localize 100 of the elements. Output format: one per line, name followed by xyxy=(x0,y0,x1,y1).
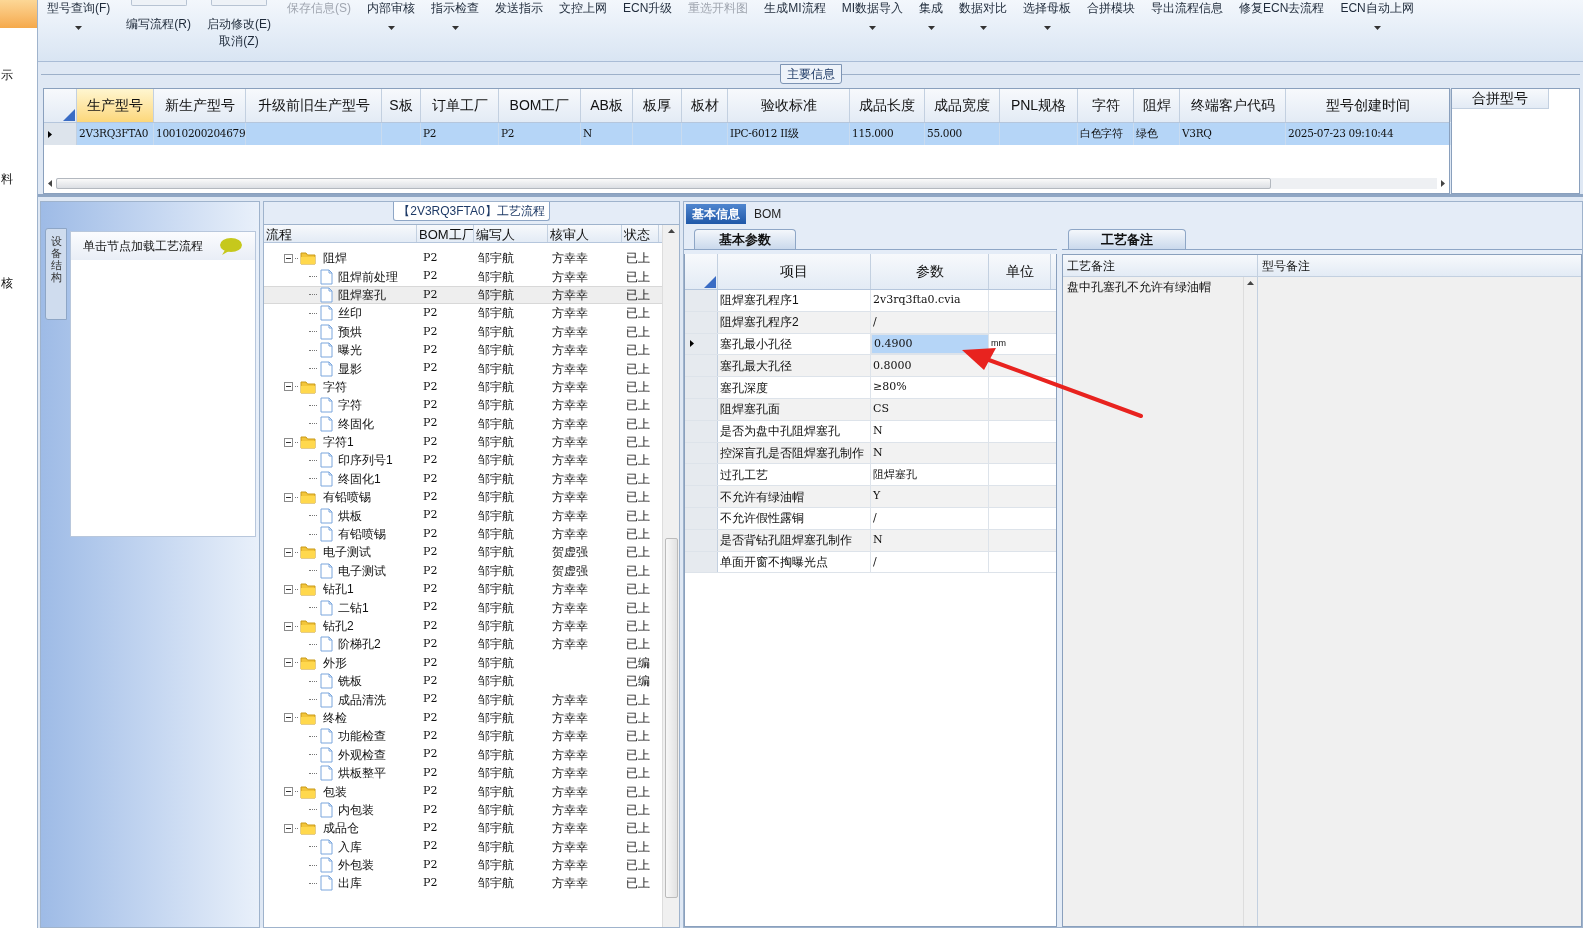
column-header[interactable]: 订单工厂 xyxy=(421,89,499,122)
table-cell[interactable]: / xyxy=(871,507,989,529)
sidebar-item[interactable]: 核 xyxy=(0,274,37,292)
param-row[interactable]: 塞孔最大孔径 0.8000 xyxy=(685,355,1056,378)
toolbar-button[interactable]: 发送指示 xyxy=(490,0,548,60)
flow-row[interactable]: 显影 P2 邹宇航 方幸幸 已上 xyxy=(264,359,662,378)
toolbar-button[interactable]: 选择母板 xyxy=(1018,0,1077,60)
toolbar-button[interactable]: 导出流程信息 xyxy=(1146,0,1229,60)
horizontal-scrollbar[interactable] xyxy=(48,176,1445,190)
toolbar-button[interactable]: 指示检查 xyxy=(426,0,484,60)
flow-row[interactable]: 有铅喷锡 P2 邹宇航 方幸幸 已上 xyxy=(264,488,662,507)
column-header[interactable]: 成品长度 xyxy=(850,89,925,122)
flow-row[interactable]: 二钻1 P2 邹宇航 方幸幸 已上 xyxy=(264,598,662,617)
flow-row[interactable]: 丝印 P2 邹宇航 方幸幸 已上 xyxy=(264,304,662,323)
toolbar-button[interactable]: 数据对比 xyxy=(954,0,1013,60)
flow-row[interactable]: 功能检查 P2 邹宇航 方幸幸 已上 xyxy=(264,727,662,746)
toolbar-button[interactable]: 型号查询(F) xyxy=(42,0,116,60)
flow-row[interactable]: 铣板 P2 邹宇航 已编 xyxy=(264,672,662,691)
flow-row[interactable]: 印序列号1 P2 邹宇航 方幸幸 已上 xyxy=(264,451,662,470)
vertical-tab[interactable]: 设备结构 xyxy=(45,228,67,320)
param-row[interactable]: 阻焊塞孔程序1 2v3rq3fta0.cvia xyxy=(685,290,1056,312)
collapse-toggle-icon[interactable] xyxy=(284,713,293,723)
collapse-toggle-icon[interactable] xyxy=(284,658,293,668)
table-cell[interactable]: N xyxy=(871,420,989,442)
column-header[interactable]: 成品宽度 xyxy=(925,89,1000,122)
table-cell[interactable]: / xyxy=(871,551,989,573)
flow-row[interactable]: 阻焊前处理 P2 邹宇航 方幸幸 已上 xyxy=(264,267,662,286)
scroll-up-icon[interactable] xyxy=(1247,281,1254,285)
toolbar-button[interactable]: 合拼模块 xyxy=(1082,0,1141,60)
table-cell[interactable]: ≥80% xyxy=(871,377,989,398)
flow-row[interactable]: 外包装 P2 邹宇航 方幸幸 已上 xyxy=(264,855,662,875)
toolbar-button[interactable]: ECN升级 xyxy=(618,0,678,60)
collapse-toggle-icon[interactable] xyxy=(284,437,293,447)
flow-row[interactable]: 电子测试 P2 邹宇航 贺虚强 已上 xyxy=(264,543,662,562)
column-header[interactable]: 合拼型号 xyxy=(1452,89,1549,109)
column-header[interactable]: BOM工厂 xyxy=(499,89,581,122)
table-cell[interactable]: Y xyxy=(871,486,989,507)
table-cell[interactable]: 2v3rq3fta0.cvia xyxy=(871,290,989,311)
column-header[interactable]: 项目 xyxy=(718,254,871,289)
select-all-corner-icon[interactable] xyxy=(63,109,75,121)
column-header[interactable]: 升级前旧生产型号 xyxy=(246,89,382,122)
flow-row[interactable]: 字符1 P2 邹宇航 方幸幸 已上 xyxy=(264,432,662,452)
scroll-right-icon[interactable] xyxy=(1441,179,1445,187)
flow-row[interactable]: 外观检查 P2 邹宇航 方幸幸 已上 xyxy=(264,745,662,764)
table-cell[interactable]: CS xyxy=(871,399,989,420)
column-header[interactable]: 新生产型号 xyxy=(154,89,246,122)
param-row[interactable]: 不允许有绿油帽 Y xyxy=(685,486,1056,508)
tab[interactable]: 基本信息 xyxy=(686,204,746,224)
flow-row[interactable]: 成品清洗 P2 邹宇航 方幸幸 已上 xyxy=(264,690,662,709)
column-header[interactable]: 字符 xyxy=(1078,89,1134,122)
toolbar-button[interactable]: 文控上网 xyxy=(554,0,612,60)
flow-row[interactable]: 内包装 P2 邹宇航 方幸幸 已上 xyxy=(264,800,662,820)
param-row[interactable]: 是否背钻孔阻焊塞孔制作 N xyxy=(685,529,1056,552)
table-cell[interactable]: / xyxy=(871,311,989,333)
param-row[interactable]: 单面开窗不掏曝光点 / xyxy=(685,551,1056,574)
collapse-toggle-icon[interactable] xyxy=(284,787,293,796)
column-header[interactable]: S板 xyxy=(382,89,421,122)
column-header[interactable]: 板材 xyxy=(682,89,728,122)
column-header[interactable]: 板厚 xyxy=(633,89,682,122)
flow-row[interactable]: 入库 P2 邹宇航 方幸幸 已上 xyxy=(264,837,662,856)
collapse-toggle-icon[interactable] xyxy=(284,547,293,557)
column-header[interactable]: 生产型号 xyxy=(77,89,154,122)
flow-row[interactable]: 外形 P2 邹宇航 已编 xyxy=(264,653,662,672)
column-header[interactable]: AB板 xyxy=(581,89,633,122)
flow-row[interactable]: 曝光 P2 邹宇航 方幸幸 已上 xyxy=(264,340,662,360)
vertical-scrollbar[interactable] xyxy=(662,225,679,927)
flow-row[interactable]: 烘板 P2 邹宇航 方幸幸 已上 xyxy=(264,506,662,525)
column-header[interactable]: 编写人 xyxy=(474,225,548,242)
flow-row[interactable]: 终固化 P2 邹宇航 方幸幸 已上 xyxy=(264,414,662,433)
sidebar-item[interactable]: 示 xyxy=(0,66,37,84)
column-header[interactable]: 验收标准 xyxy=(728,89,850,122)
collapse-toggle-icon[interactable] xyxy=(284,382,293,392)
table-cell[interactable]: N xyxy=(871,442,989,464)
table-row[interactable]: 2V3RQ3FTA0 10010200204679 P2 P2 N IPC-6012 II级 115.000 55.000 白色字符 绿色 V3RQ 2025-07-23 09:10:44 xyxy=(44,123,1449,145)
cancel-label[interactable]: 取消(Z) xyxy=(219,33,259,49)
column-header[interactable]: 阻焊 xyxy=(1134,89,1180,122)
param-row[interactable]: 塞孔深度 ≥80% xyxy=(685,377,1056,399)
column-header[interactable]: 终端客户代码 xyxy=(1180,89,1286,122)
flow-row[interactable]: 包装 P2 邹宇航 方幸幸 已上 xyxy=(264,782,662,801)
column-header[interactable]: PNL规格 xyxy=(1000,89,1078,122)
table-cell[interactable]: 阻焊塞孔 xyxy=(871,464,989,486)
param-row[interactable]: 阻焊塞孔面 CS xyxy=(685,399,1056,421)
toolbar-button[interactable]: 集成 xyxy=(914,0,949,60)
collapse-toggle-icon[interactable] xyxy=(284,253,293,263)
flow-row[interactable]: 预烘 P2 邹宇航 方幸幸 已上 xyxy=(264,322,662,341)
sidebar-item[interactable]: 料 xyxy=(0,170,37,188)
flow-row[interactable]: 阶梯孔2 P2 邹宇航 方幸幸 已上 xyxy=(264,635,662,654)
column-header[interactable]: 单位 xyxy=(989,254,1051,289)
toolbar-button[interactable]: 编写流程(R) xyxy=(121,0,196,60)
toolbar-button[interactable]: 生成MI流程 xyxy=(759,0,831,60)
column-header[interactable]: 参数 xyxy=(871,254,989,289)
param-row[interactable]: 控深盲孔是否阻焊塞孔制作 N xyxy=(685,442,1056,465)
flow-row[interactable]: 出库 P2 邹宇航 方幸幸 已上 xyxy=(264,874,662,893)
select-all-corner-icon[interactable] xyxy=(704,276,716,288)
flow-row[interactable]: 阻焊 P2 邹宇航 方幸幸 已上 xyxy=(264,249,662,268)
column-header[interactable]: 流程 xyxy=(264,225,417,242)
toolbar-button[interactable]: MI数据导入 xyxy=(836,0,909,60)
flow-row[interactable]: 钻孔2 P2 邹宇航 方幸幸 已上 xyxy=(264,616,662,636)
panel-tab[interactable]: 工艺备注 xyxy=(1068,229,1186,249)
scroll-up-icon[interactable] xyxy=(667,229,675,233)
